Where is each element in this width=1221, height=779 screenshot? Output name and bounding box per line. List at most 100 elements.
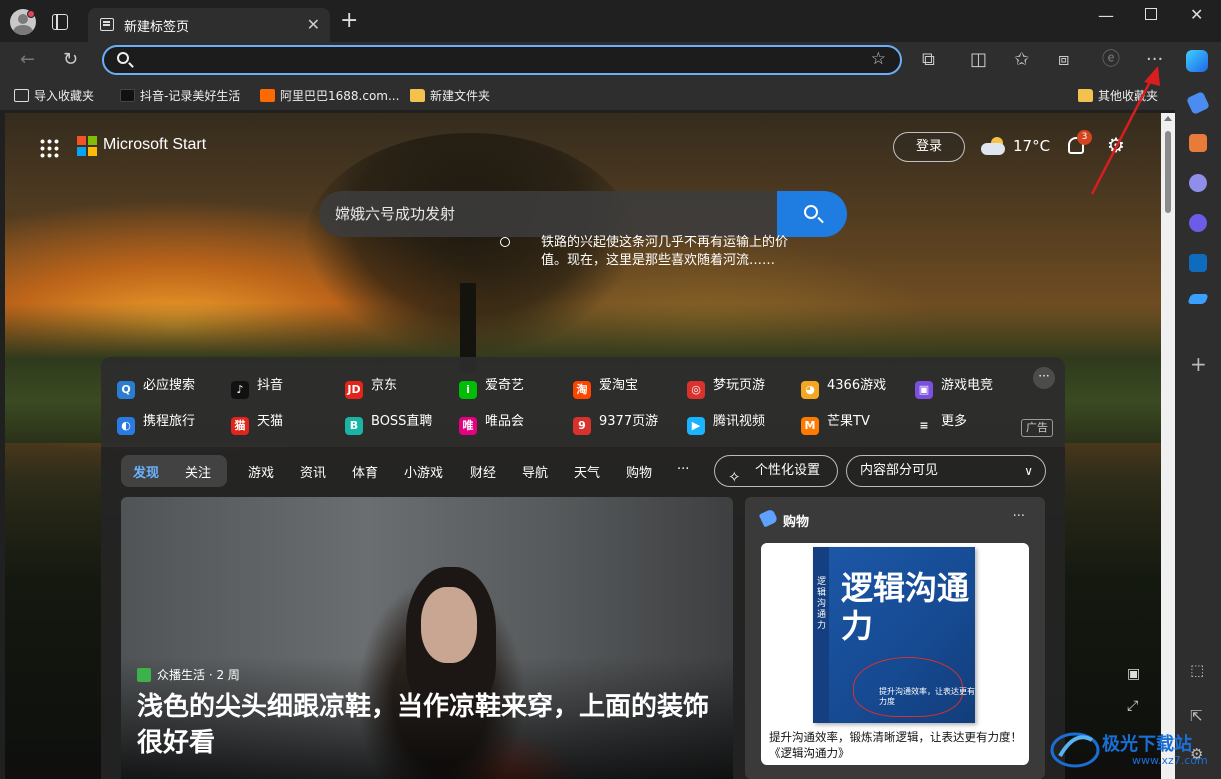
- close-tab-icon[interactable]: ✕: [307, 15, 320, 34]
- quick-link-label: 梦玩页游: [713, 378, 766, 393]
- collections-icon[interactable]: ⧈: [1058, 50, 1069, 70]
- app-launcher-icon[interactable]: [39, 138, 59, 158]
- quick-link-logo-icon: ◐: [117, 417, 135, 435]
- shopping-title[interactable]: 购物: [783, 511, 809, 530]
- feed-category-tab[interactable]: 体育: [352, 462, 378, 481]
- book-cover-title: 逻辑沟通力: [841, 569, 970, 645]
- ad-badge: 广告: [1021, 419, 1053, 437]
- temperature[interactable]: 17°C: [1013, 137, 1050, 155]
- quick-link-3[interactable]: B BOSS直聘: [345, 410, 432, 435]
- publisher-logo-icon: [137, 668, 151, 682]
- quick-link-logo-icon: B: [345, 417, 363, 435]
- feed-category-tab[interactable]: 导航: [522, 462, 548, 481]
- tools-icon[interactable]: [1189, 134, 1207, 152]
- wallpaper-icon[interactable]: ▣: [1127, 666, 1140, 682]
- quick-link-8[interactable]: ≡ 更多: [915, 410, 967, 435]
- quick-link-8[interactable]: ▣ 游戏电竞: [915, 374, 993, 399]
- maximize-icon[interactable]: [1145, 8, 1157, 20]
- back-arrow-icon[interactable]: ←: [20, 50, 35, 70]
- extensions-icon[interactable]: ⧉: [922, 50, 935, 70]
- bookmark-tiktok[interactable]: 抖音-记录美好生活: [120, 87, 240, 104]
- quick-link-1[interactable]: ◐ 携程旅行: [117, 410, 195, 435]
- feed-category-tab[interactable]: 游戏: [248, 462, 274, 481]
- quick-link-5[interactable]: 淘爱淘宝: [573, 374, 638, 399]
- expand-icon[interactable]: ⤢: [1127, 698, 1138, 714]
- screenshot-icon[interactable]: ⬚: [1190, 660, 1204, 680]
- page-scrollbar[interactable]: [1161, 113, 1175, 779]
- tab-title: 新建标签页: [124, 20, 190, 35]
- weather-cloud-sun-icon[interactable]: [981, 137, 1007, 155]
- quick-link-3[interactable]: JD 京东: [345, 374, 397, 399]
- quick-link-logo-icon: 唯: [459, 417, 477, 435]
- tab-discover[interactable]: 发现: [133, 462, 159, 481]
- new-tab-plus-icon[interactable]: +: [340, 10, 358, 32]
- favorite-star-icon[interactable]: ☆: [871, 49, 886, 69]
- annotation-arrow-svg: [1090, 66, 1160, 195]
- quick-link-7[interactable]: ◕ 4366游戏: [801, 374, 886, 399]
- watermark-logo-icon: [1050, 732, 1100, 768]
- article-title[interactable]: 浅色的尖头细跟凉鞋，当作凉鞋来穿，上面的装饰很好看: [137, 689, 727, 761]
- background-image-caption[interactable]: 铁路的兴起使这条河几乎不再有运输上的价值。现在，这里是那些喜欢随着河流……: [541, 234, 803, 270]
- minimize-icon[interactable]: —: [1098, 6, 1114, 25]
- feed-category-tab[interactable]: 购物: [626, 462, 652, 481]
- address-bar[interactable]: ☆: [102, 45, 902, 75]
- quick-link-5[interactable]: 9 9377页游: [573, 410, 658, 435]
- brand-name[interactable]: Microsoft Start: [103, 136, 206, 154]
- quick-link-6[interactable]: ▶ 腾讯视频: [687, 410, 765, 435]
- personalize-button[interactable]: ✧ 个性化设置: [714, 455, 838, 487]
- product-description[interactable]: 提升沟通效率，锻炼清晰逻辑，让表达更有力度！《逻辑沟通力》: [769, 729, 1023, 761]
- quick-link-logo-icon: M: [801, 417, 819, 435]
- favorites-icon[interactable]: ✩: [1014, 50, 1029, 70]
- image-search-icon[interactable]: [500, 237, 510, 247]
- send-icon[interactable]: [1187, 294, 1209, 304]
- quick-link-label: 更多: [941, 414, 968, 429]
- quick-link-7[interactable]: M 芒果TV: [801, 410, 870, 435]
- quick-link-label: 9377页游: [599, 414, 659, 429]
- copilot-icon[interactable]: [1186, 50, 1208, 72]
- tab-new-tab[interactable]: 新建标签页 ✕: [88, 8, 330, 42]
- quick-link-label: 携程旅行: [143, 414, 196, 429]
- quick-link-1[interactable]: Q 必应搜索: [117, 374, 195, 399]
- split-screen-icon[interactable]: ◫: [970, 50, 987, 70]
- feed-category-tab[interactable]: 天气: [574, 462, 600, 481]
- hero-article-card[interactable]: 众播生活 · 2 周 浅色的尖头细跟凉鞋，当作凉鞋来穿，上面的装饰很好看: [121, 497, 733, 779]
- content-visibility-select[interactable]: 内容部分可见 ∨: [846, 455, 1046, 487]
- quick-links-more-button[interactable]: ···: [1033, 367, 1055, 389]
- feed-category-tab[interactable]: 小游戏: [404, 462, 443, 481]
- add-sidebar-app-icon[interactable]: +: [1190, 354, 1207, 374]
- bookmark-label: 阿里巴巴1688.com...: [280, 89, 400, 103]
- feed-category-tab[interactable]: 资讯: [300, 462, 326, 481]
- search-submit-button[interactable]: [777, 191, 847, 237]
- quick-link-label: 芒果TV: [827, 414, 870, 429]
- quick-link-4[interactable]: i 爱奇艺: [459, 374, 524, 399]
- bookmark-alibaba[interactable]: 阿里巴巴1688.com...: [260, 87, 399, 104]
- web-search-input[interactable]: [335, 203, 765, 225]
- quick-link-logo-icon: ◎: [687, 381, 705, 399]
- categories-more-button[interactable]: ···: [677, 462, 689, 477]
- close-window-icon[interactable]: ✕: [1190, 5, 1203, 24]
- quick-links-panel: Q 必应搜索 ♪ 抖音 JD 京东 i 爱奇艺 淘爱淘宝 ◎ 梦玩页游 ◕ 4366游戏 ▣ 游戏电竞 ◐ 携…: [101, 357, 1065, 447]
- chevron-down-icon: ∨: [1024, 464, 1033, 478]
- quick-link-2[interactable]: 猫天猫: [231, 410, 283, 435]
- product-card[interactable]: 逻辑沟通力 逻辑沟通力 提升沟通效率，让表达更有力度 提升沟通效率，锻炼清晰逻辑…: [761, 543, 1029, 765]
- quick-link-4[interactable]: 唯唯品会: [459, 410, 524, 435]
- shopping-tag-icon[interactable]: [1186, 91, 1210, 115]
- refresh-icon[interactable]: ↻: [63, 50, 78, 70]
- web-search-box[interactable]: [319, 191, 847, 237]
- tab-follow[interactable]: 关注: [185, 462, 211, 481]
- quick-link-logo-icon: ♪: [231, 381, 249, 399]
- quick-link-2[interactable]: ♪ 抖音: [231, 374, 283, 399]
- shopping-more-button[interactable]: ···: [1013, 509, 1025, 524]
- address-input[interactable]: [140, 51, 840, 69]
- microsoft-365-icon[interactable]: [1189, 214, 1207, 232]
- open-external-icon[interactable]: ⇱: [1190, 706, 1203, 726]
- tab-actions-icon[interactable]: [52, 14, 68, 30]
- games-icon[interactable]: [1189, 174, 1207, 192]
- bookmark-import[interactable]: 导入收藏夹: [14, 87, 94, 104]
- bookmark-new-folder[interactable]: 新建文件夹: [410, 87, 490, 104]
- login-button[interactable]: 登录: [893, 132, 965, 162]
- quick-link-6[interactable]: ◎ 梦玩页游: [687, 374, 765, 399]
- outlook-icon[interactable]: [1189, 254, 1207, 272]
- feed-category-tab[interactable]: 财经: [470, 462, 496, 481]
- article-source[interactable]: 众播生活 · 2 周: [137, 666, 240, 683]
